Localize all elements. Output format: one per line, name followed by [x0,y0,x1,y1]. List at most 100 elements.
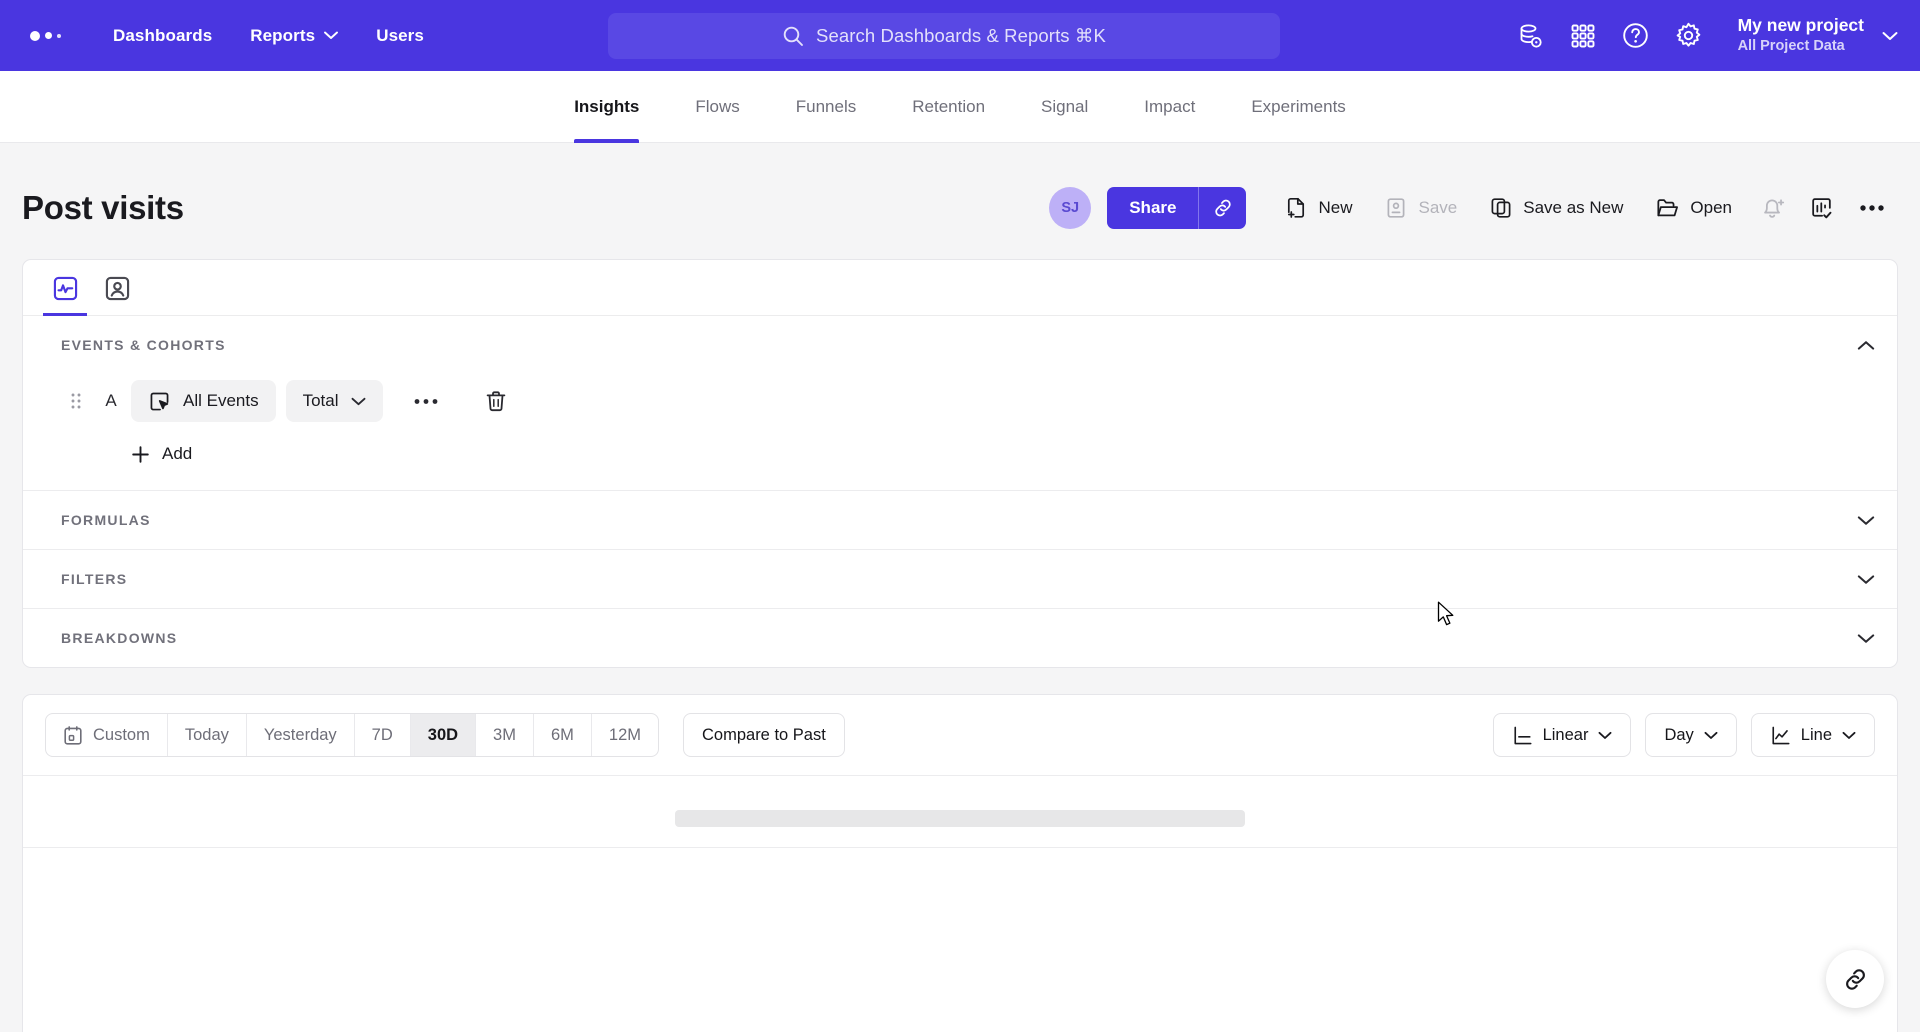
chevron-down-icon [324,31,339,39]
section-tabs: Insights Flows Funnels Retention Signal … [0,71,1920,143]
date-range-yesterday[interactable]: Yesterday [247,714,355,756]
chevron-down-icon [1704,731,1718,739]
chevron-up-icon[interactable] [1857,340,1875,351]
chart-divider [23,847,1897,848]
nav-item-users[interactable]: Users [376,26,424,46]
tab-label-funnels: Funnels [795,96,857,116]
chevron-down-icon[interactable] [1857,574,1875,585]
scheduled-report-button[interactable] [1797,187,1846,229]
chevron-down-icon [1598,731,1612,739]
event-delete-button[interactable] [471,390,521,413]
tab-label-signal: Signal [1041,96,1089,116]
section-header-events-cohorts[interactable]: EVENTS & COHORTS [23,316,1897,374]
more-horizontal-icon [414,398,437,404]
tab-label-flows: Flows [695,96,740,116]
gear-icon[interactable] [1675,22,1702,49]
measure-selector[interactable]: Total [285,380,383,422]
nav-item-reports[interactable]: Reports [250,25,339,46]
more-horizontal-icon [1860,205,1884,211]
event-more-button[interactable] [399,397,453,406]
save-as-new-button[interactable]: Save as New [1473,187,1639,229]
section-label-events-cohorts: EVENTS & COHORTS [61,337,226,353]
date-range-7d[interactable]: 7D [355,714,411,756]
event-selector[interactable]: All Events [131,380,276,422]
chart-toolbar: Custom Today Yesterday 7D 30D 3M 6M 12M … [23,695,1897,775]
date-range-label-yesterday: Yesterday [263,725,337,744]
date-range-custom[interactable]: Custom [46,714,168,756]
copy-link-button[interactable] [1198,187,1247,229]
open-label: Open [1690,198,1732,217]
calendar-icon [64,725,82,745]
tab-flows[interactable]: Flows [667,71,767,143]
tab-events-chart[interactable] [43,272,87,316]
copy-icon [1491,198,1511,218]
tab-funnels[interactable]: Funnels [768,71,884,143]
page-header: Post visits SJ Share New Save Save as Ne… [0,143,1920,259]
report-toolbar: SJ Share New Save Save as New Open [1049,187,1898,229]
scale-selector[interactable]: Linear [1492,713,1632,757]
date-range-12m[interactable]: 12M [592,714,658,756]
tab-retention[interactable]: Retention [884,71,1013,143]
more-options-button[interactable] [1846,187,1898,229]
new-file-icon [1288,197,1305,218]
date-range-30d[interactable]: 30D [410,714,477,756]
date-range-label-today: Today [184,725,229,744]
nav-label-users: Users [376,25,424,45]
trash-icon [486,390,505,411]
query-card-tabs [23,260,1897,316]
share-button[interactable]: Share [1107,187,1199,229]
help-circle-icon[interactable] [1622,22,1649,49]
chevron-down-icon[interactable] [1857,515,1875,526]
axis-icon [1514,726,1532,744]
tab-impact[interactable]: Impact [1116,71,1223,143]
new-label: New [1318,198,1353,217]
chevron-down-icon [1882,31,1898,40]
global-search[interactable]: Search Dashboards & Reports ⌘K [608,12,1280,59]
new-button[interactable]: New [1268,187,1368,229]
tab-insights[interactable]: Insights [546,71,667,143]
section-formulas: FORMULAS [23,491,1897,550]
section-header-formulas[interactable]: FORMULAS [23,491,1897,549]
share-button-group: Share [1107,187,1247,229]
chart-card: Custom Today Yesterday 7D 30D 3M 6M 12M … [22,694,1898,1032]
user-square-icon [105,276,129,301]
interval-label: Day [1664,725,1694,744]
tab-signal[interactable]: Signal [1013,71,1116,143]
save-button: Save [1368,187,1473,229]
tab-experiments[interactable]: Experiments [1223,71,1373,143]
add-event-button[interactable]: Add [131,444,192,464]
chevron-down-icon[interactable] [1857,633,1875,644]
search-input[interactable]: Search Dashboards & Reports ⌘K [608,12,1280,59]
open-button[interactable]: Open [1639,187,1748,229]
date-range-label-6m: 6M [550,725,574,744]
primary-nav: Dashboards Reports Users [113,26,424,46]
top-navigation-bar: Dashboards Reports Users Search Dashboar… [0,0,1920,71]
nav-label-reports: Reports [250,25,316,45]
chart-display-options: Linear Day Line [1492,713,1875,757]
drag-handle-icon[interactable] [61,392,91,410]
date-range-today[interactable]: Today [168,714,247,756]
compare-to-past-button[interactable]: Compare to Past [683,713,845,757]
section-header-breakdowns[interactable]: BREAKDOWNS [23,609,1897,667]
chart-type-label: Line [1800,725,1832,744]
project-scope: All Project Data [1737,38,1845,55]
section-filters: FILTERS [23,550,1897,609]
apps-grid-icon[interactable] [1570,23,1596,49]
tab-cohort-profile[interactable] [95,272,139,315]
create-alert-button[interactable] [1748,187,1797,229]
date-range-3m[interactable]: 3M [476,714,534,756]
app-logo[interactable] [26,30,61,41]
date-range-6m[interactable]: 6M [534,714,592,756]
interval-selector[interactable]: Day [1645,713,1737,757]
avatar[interactable]: SJ [1049,187,1092,229]
link-icon [1845,968,1865,990]
save-label: Save [1418,198,1458,217]
database-settings-icon[interactable] [1516,22,1544,50]
date-range-label-30d: 30D [427,725,459,744]
page-body: Post visits SJ Share New Save Save as Ne… [0,143,1920,1032]
copy-link-fab[interactable] [1826,950,1884,1008]
section-header-filters[interactable]: FILTERS [23,550,1897,608]
chart-type-selector[interactable]: Line [1750,713,1875,757]
project-selector[interactable]: My new project All Project Data [1738,15,1898,56]
nav-item-dashboards[interactable]: Dashboards [113,26,212,46]
